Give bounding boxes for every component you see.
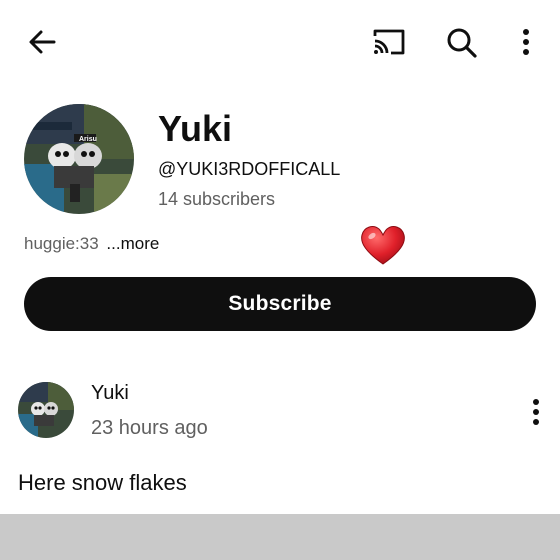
post-media-placeholder [0, 514, 560, 560]
post-more-button[interactable] [522, 395, 550, 429]
post-author-avatar[interactable] [18, 382, 74, 438]
description-text: huggie:33 [24, 234, 99, 253]
more-options-button[interactable] [512, 24, 540, 60]
back-button[interactable] [22, 24, 62, 60]
subscriber-count: 14 subscribers [158, 189, 276, 209]
channel-handle: @YUKI3RDOFFICALL [158, 159, 341, 179]
more-vert-icon [533, 399, 539, 425]
post-timestamp: 23 hours ago [91, 417, 208, 439]
channel-description[interactable]: huggie:33 ...more [24, 234, 159, 254]
back-arrow-icon [29, 30, 56, 54]
search-button[interactable] [442, 24, 482, 62]
avatar-image [18, 382, 74, 438]
post-author-name[interactable]: Yuki [91, 382, 129, 405]
more-vert-icon [523, 29, 529, 55]
avatar-image [24, 104, 134, 214]
heart-icon [358, 222, 408, 268]
cast-icon [373, 29, 405, 55]
more-link[interactable]: ...more [106, 234, 159, 253]
avatar-label: Arisu [79, 136, 97, 143]
search-icon [447, 28, 477, 58]
channel-avatar[interactable]: Arisu [24, 104, 134, 214]
subscribe-button[interactable]: Subscribe [24, 277, 536, 331]
cast-button[interactable] [368, 24, 410, 60]
channel-name: Yuki [158, 108, 233, 149]
post-text: Here snow flakes [18, 470, 187, 495]
